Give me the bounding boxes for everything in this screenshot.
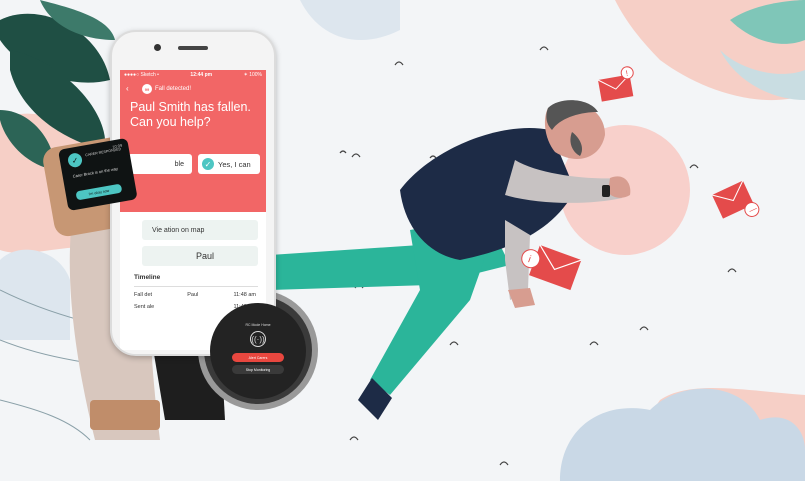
watch-buckle xyxy=(90,400,160,430)
battery: ✶ 100% xyxy=(243,72,262,78)
alert-title: Paul Smith has fallen. Can you help? xyxy=(130,100,251,129)
check-icon: ✓ xyxy=(202,158,214,170)
contact-name: Paul xyxy=(142,246,258,266)
alert-header: 99 Fall detected! xyxy=(142,84,191,94)
alert-badge-icon: 99 xyxy=(142,84,152,94)
hero-illustration: ! — i ●●●●○ Sketch • 12:44 pm ✶ 100% ‹ 9… xyxy=(0,0,805,481)
alert-header-text: Fall detected! xyxy=(155,86,192,92)
carrier: ●●●●○ Sketch • xyxy=(124,72,159,78)
divider xyxy=(134,286,258,287)
smartwatch-screen: 10:09 ✓ CARER RESPONDED Carer Brock is o… xyxy=(58,137,138,212)
speaker xyxy=(178,46,208,50)
status-time: 12:44 pm xyxy=(190,72,213,78)
status-bar: ●●●●○ Sketch • 12:44 pm ✶ 100% xyxy=(124,72,262,78)
watch-caller: CARER RESPONDED xyxy=(84,147,122,158)
timeline-label: Timeline xyxy=(134,274,161,281)
decline-button[interactable]: ble xyxy=(128,154,192,174)
signal-icon: ((·)) xyxy=(250,331,266,347)
round-watch-screen: RC Mode Home ((·)) Alert Carers Stop Mon… xyxy=(210,303,306,399)
wrist-watch xyxy=(602,185,610,197)
fall-alert-panel: ●●●●○ Sketch • 12:44 pm ✶ 100% ‹ 99 Fall… xyxy=(120,70,266,212)
round-watch-title: RC Mode Home xyxy=(245,323,271,327)
view-location-button[interactable]: Vie ation on map xyxy=(142,220,258,240)
front-camera xyxy=(154,44,161,51)
back-chevron-icon[interactable]: ‹ xyxy=(126,84,129,93)
carer-check-icon: ✓ xyxy=(66,152,84,169)
watch-message: Carer Brock is on the way xyxy=(72,165,119,179)
timeline-row: Fall det Paul 11:48 am xyxy=(134,292,256,298)
im-okay-button[interactable]: I'm okay now xyxy=(75,183,123,201)
accept-button[interactable]: ✓ Yes, I can xyxy=(198,154,260,174)
stop-monitoring-button[interactable]: Stop Monitoring xyxy=(232,365,284,374)
alert-carers-button[interactable]: Alert Carers xyxy=(232,353,284,362)
accept-label: Yes, I can xyxy=(218,159,251,169)
